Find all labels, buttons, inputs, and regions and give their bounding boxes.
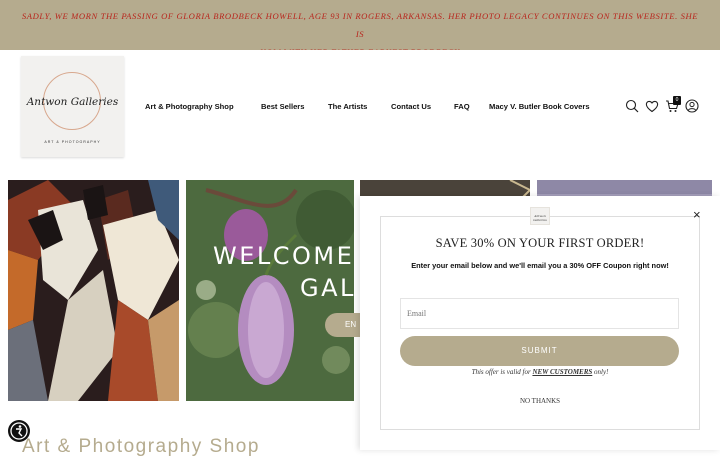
hero-enter-button[interactable]: EN [325,313,365,337]
hero-welcome-line-2: GAL [300,274,356,302]
offer-note: This offer is valid for NEW CUSTOMERS on… [360,368,720,376]
artwork-tile-abstract[interactable] [8,180,179,401]
site-logo[interactable]: Antwon Galleries ART & PHOTOGRAPHY [21,56,124,157]
heart-icon[interactable] [645,99,659,113]
offer-suffix: only! [594,368,609,376]
logo-subtitle: ART & PHOTOGRAPHY [44,140,101,144]
email-input[interactable] [400,298,679,329]
popup-title: SAVE 30% ON YOUR FIRST ORDER! [435,236,645,250]
logo-name: Antwon Galleries [26,96,119,108]
nav-item-best-sellers[interactable]: Best Sellers [261,102,304,111]
popup-logo: Antwon Galleries [530,207,550,225]
cart-count-badge: 0 [673,96,681,105]
user-icon[interactable] [685,99,699,113]
accessibility-button[interactable] [8,420,30,442]
nav-item-faq[interactable]: FAQ [454,102,470,111]
abstract-figures-image [8,180,179,401]
section-title: Art & Photography Shop [22,436,260,457]
close-icon[interactable]: × [693,208,701,222]
nav-item-artists[interactable]: The Artists [328,102,367,111]
popup-description: Enter your email below and we'll email y… [411,261,669,270]
search-icon[interactable] [625,99,639,113]
site-header: Antwon Galleries ART & PHOTOGRAPHY Art &… [0,50,720,168]
hero-welcome-line-1: WELCOME [213,242,355,270]
new-customers-link[interactable]: NEW CUSTOMERS [532,368,592,376]
submit-button[interactable]: SUBMIT [400,336,679,366]
announcement-bar: SADLY, WE MORN THE PASSING OF GLORIA BRO… [0,0,720,57]
nav-item-shop[interactable]: Art & Photography Shop [145,102,234,111]
nav-item-contact[interactable]: Contact Us [391,102,431,111]
announcement-line-1: SADLY, WE MORN THE PASSING OF GLORIA BRO… [21,11,699,39]
nav-item-book-covers[interactable]: Macy V. Butler Book Covers [489,102,590,111]
accessibility-icon [10,422,28,440]
offer-prefix: This offer is valid for [471,368,531,376]
no-thanks-button[interactable]: NO THANKS [360,397,720,405]
